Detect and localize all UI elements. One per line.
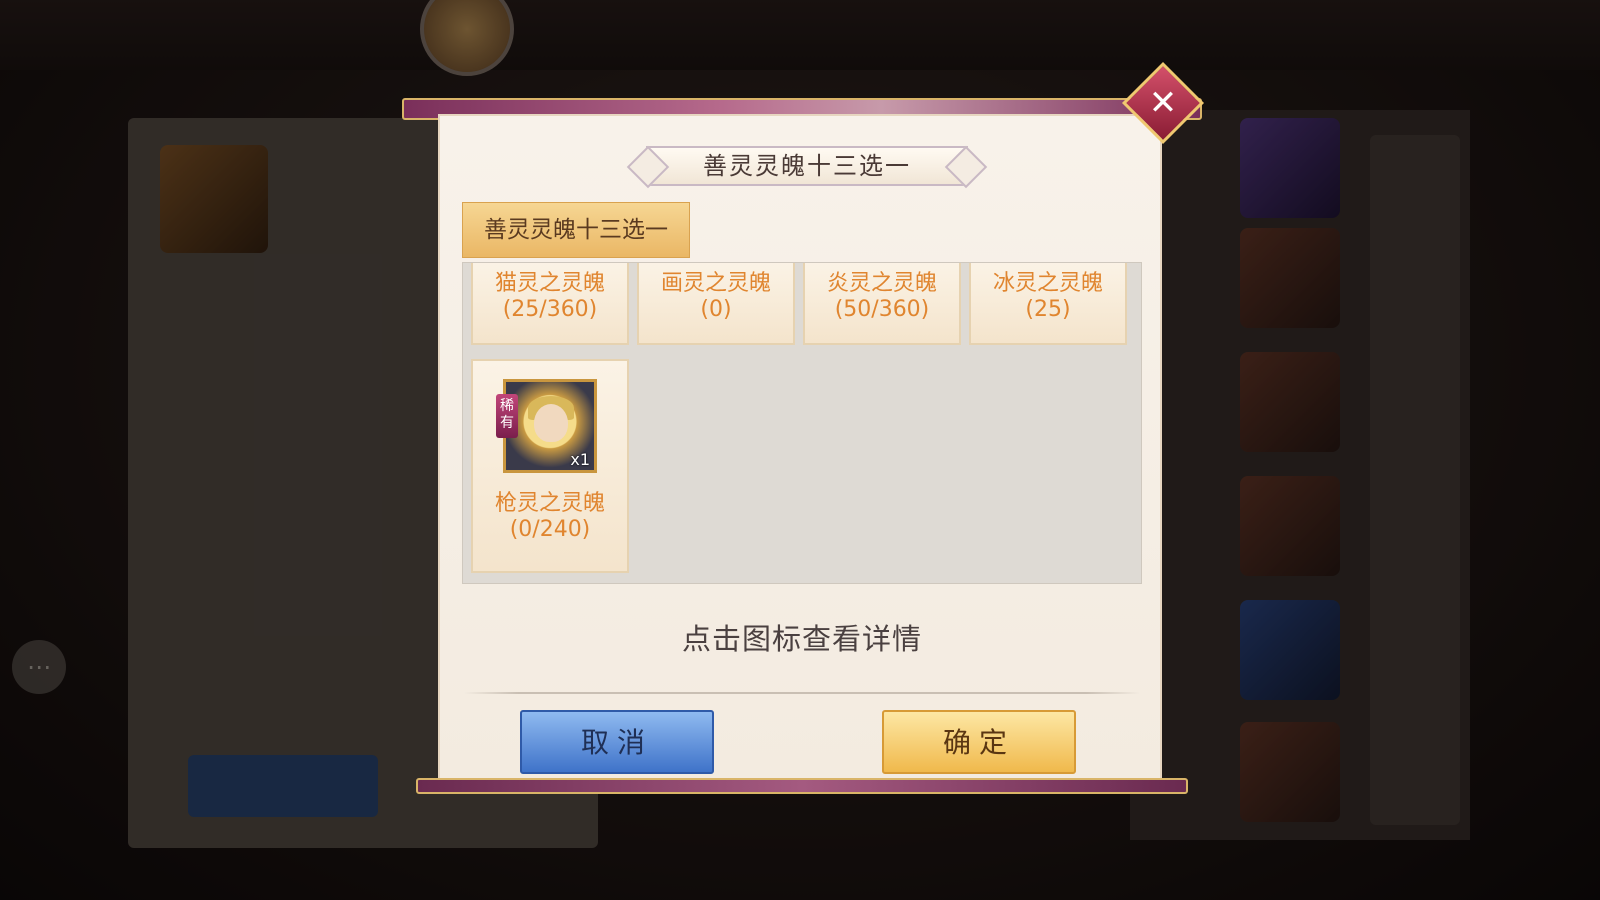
item-card-gun-soul[interactable]: 稀有 x1 枪灵之灵魄 (0/240) [471,359,629,573]
rarity-badge: 稀有 [496,394,518,438]
item-card-cat-soul[interactable]: 猫灵之灵魄 (25/360) [471,263,629,345]
item-progress: (0) [700,297,732,322]
item-name: 炎灵之灵魄 [826,271,937,296]
item-progress: (25) [1025,297,1071,322]
cancel-button[interactable]: 取消 [520,710,714,774]
close-icon: ✕ [1148,83,1178,123]
item-progress: (50/360) [834,297,930,322]
item-grid[interactable]: 猫灵之灵魄 (25/360) 画灵之灵魄 (0) 炎灵之灵魄 (50/360) … [462,262,1142,584]
character-portrait-icon[interactable]: 稀有 x1 [496,379,597,473]
item-quantity: x1 [570,450,590,469]
item-name: 画灵之灵魄 [660,271,771,296]
item-name: 枪灵之灵魄 [494,491,605,516]
dialog-body: 善灵灵魄十三选一 善灵灵魄十三选一 猫灵之灵魄 (25/360) 画灵之灵魄 (… [438,114,1162,780]
item-card-painting-soul[interactable]: 画灵之灵魄 (0) [637,263,795,345]
item-card-flame-soul[interactable]: 炎灵之灵魄 (50/360) [803,263,961,345]
item-progress: (0/240) [509,517,591,542]
portrait-face [534,404,568,442]
dialog-frame-bottom [416,778,1188,794]
dialog-title: 善灵灵魄十三选一 [646,146,968,186]
choose-one-dialog: 善灵灵魄十三选一 善灵灵魄十三选一 猫灵之灵魄 (25/360) 画灵之灵魄 (… [402,61,1205,794]
tab-selection-pool[interactable]: 善灵灵魄十三选一 [462,202,690,258]
item-name: 猫灵之灵魄 [494,271,605,296]
confirm-button[interactable]: 确定 [882,710,1076,774]
item-card-ice-soul[interactable]: 冰灵之灵魄 (25) [969,263,1127,345]
divider [464,692,1140,694]
item-name: 冰灵之灵魄 [992,271,1103,296]
item-progress: (25/360) [502,297,598,322]
hint-text: 点击图标查看详情 [681,622,922,656]
